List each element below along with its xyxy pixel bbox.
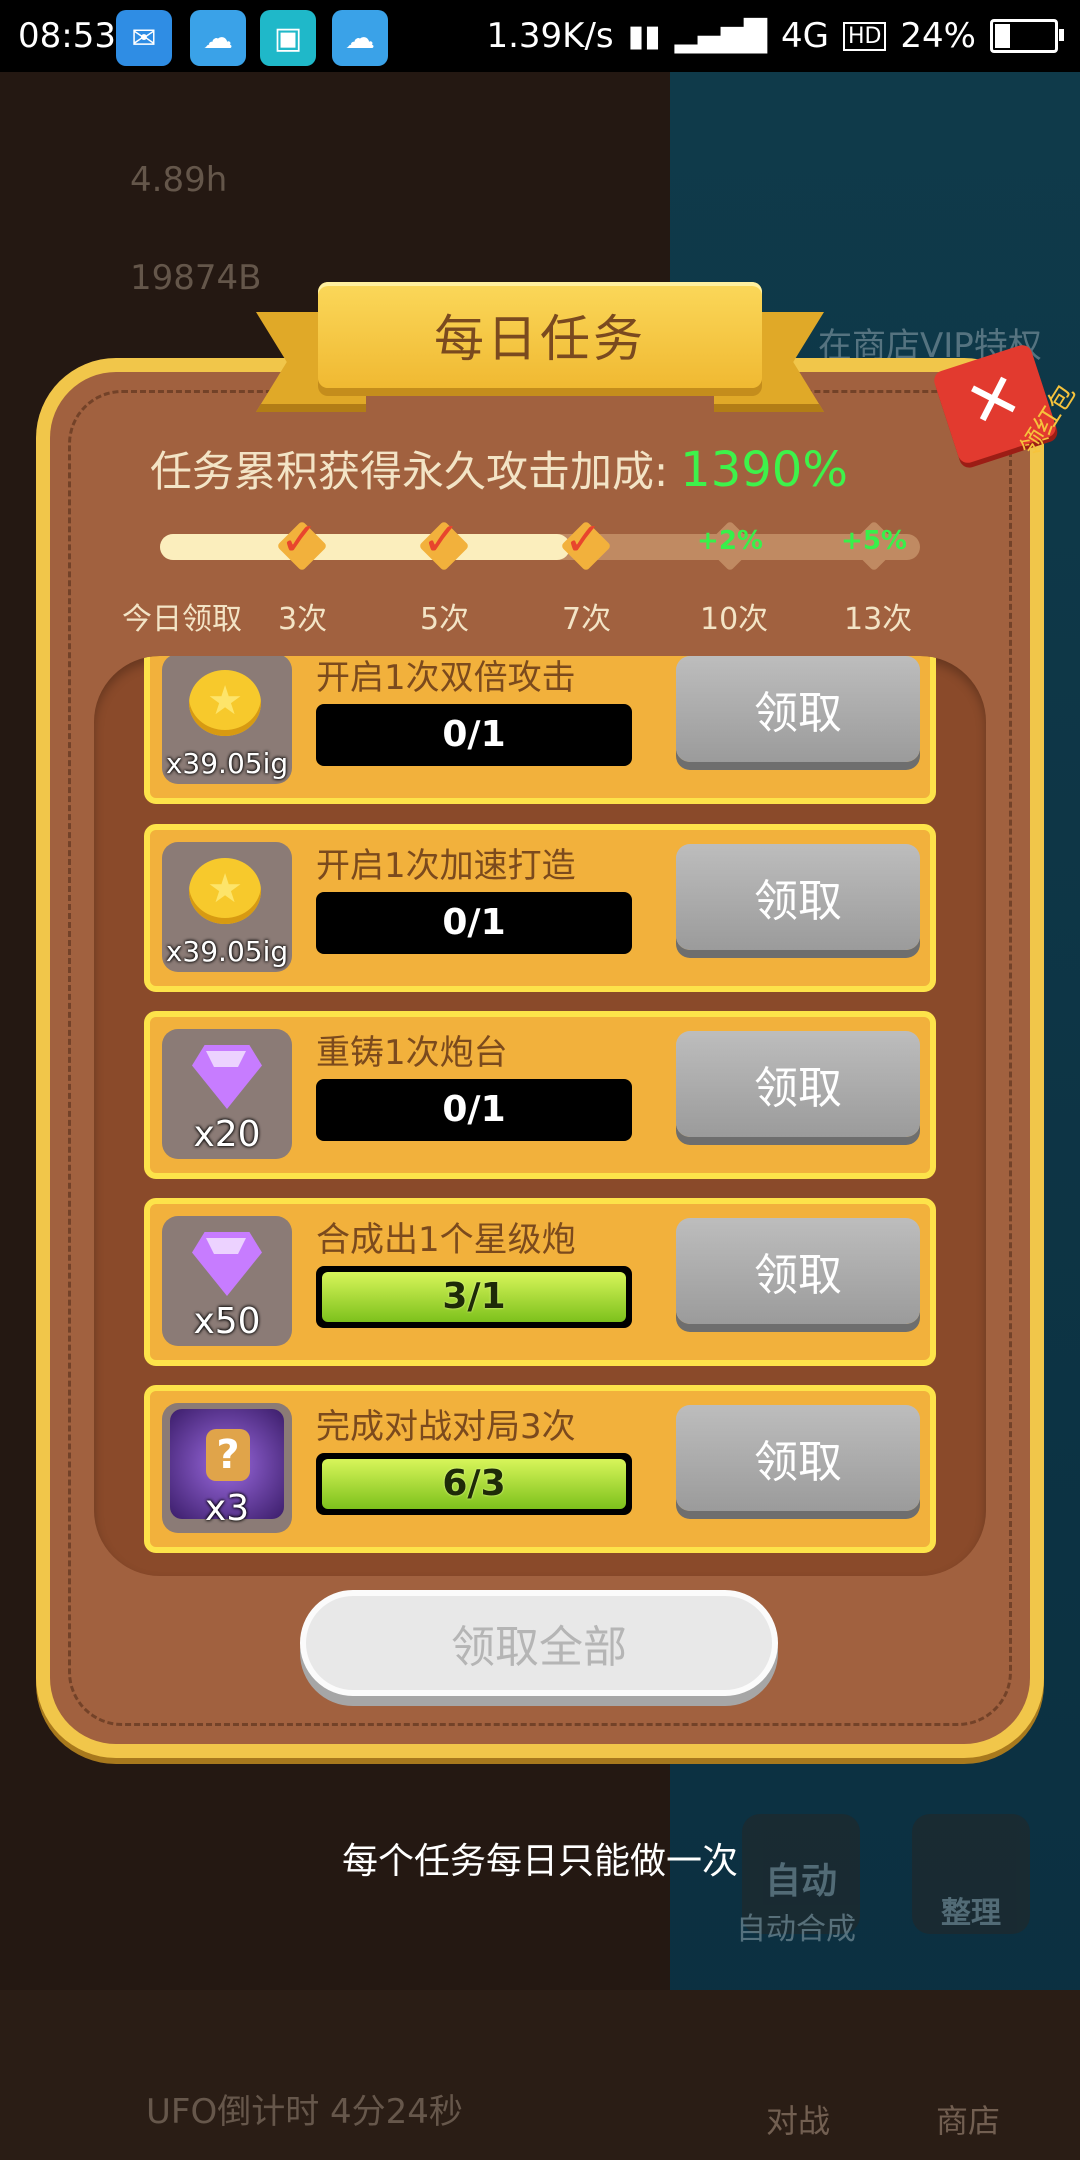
background-bottom-bar [0, 1990, 1080, 2160]
task-name: 合成出1个星级炮 [316, 1220, 576, 1260]
bg-stat-2: 19874B [130, 258, 262, 298]
reward-icon-box: x20 [162, 1029, 292, 1159]
reward-icon-box: x39.05ig [162, 656, 292, 784]
claim-button[interactable]: 领取 [676, 1405, 920, 1511]
weather-icon: ☁ [190, 10, 246, 66]
task-row: x20 重铸1次炮台 0/1 领取 [144, 1011, 936, 1179]
title-ribbon: 每日任务 [318, 282, 762, 388]
auto-merge-label[interactable]: 自动合成 [736, 1904, 856, 1948]
signal-icon: ▂▄▆█ [674, 18, 767, 54]
bonus-line: 任务累积获得永久攻击加成: 1390% [150, 438, 950, 499]
check-icon: ✓ [422, 512, 461, 566]
milestone-7[interactable]: ✓ [556, 512, 616, 576]
shop-label[interactable]: 商店 [936, 2096, 1000, 2142]
claim-button[interactable]: 领取 [676, 1218, 920, 1324]
battle-label[interactable]: 对战 [766, 2096, 830, 2142]
bonus-label: 任务累积获得永久攻击加成: [150, 447, 669, 496]
task-name: 开启1次加速打造 [316, 846, 576, 886]
task-progress-text: 6/3 [442, 1463, 506, 1504]
reward-amount: x3 [204, 1488, 250, 1529]
milestone-label-13: 13次 [844, 602, 913, 637]
claim-button[interactable]: 领取 [676, 844, 920, 950]
milestone-progress-fill [160, 534, 571, 560]
task-list[interactable]: x39.05ig 开启1次双倍攻击 0/1 领取 x39.05ig 开启1次加速… [94, 656, 986, 1576]
reward-amount: x50 [193, 1301, 261, 1342]
task-row: x39.05ig 开启1次双倍攻击 0/1 领取 [144, 656, 936, 804]
dialog-title: 每日任务 [434, 310, 646, 368]
task-progress: 6/3 [316, 1453, 632, 1515]
hd-icon: HD [842, 21, 887, 51]
milestone-13[interactable]: +5% [841, 516, 907, 576]
milestone-bonus: +5% [841, 526, 907, 556]
claim-button[interactable]: 领取 [676, 1031, 920, 1137]
battery-percent: 24% [900, 16, 976, 56]
bonus-value: 1390% [680, 442, 848, 498]
reward-icon-box: x50 [162, 1216, 292, 1346]
reward-amount: x39.05ig [165, 935, 289, 968]
battery-icon [990, 19, 1064, 53]
coin-icon [189, 858, 261, 924]
ufo-timer: UFO倒计时 4分24秒 [146, 2092, 463, 2132]
reward-icon-box: x3 [162, 1403, 292, 1533]
task-name: 重铸1次炮台 [316, 1033, 508, 1073]
vibrate-icon: ▮▮ [627, 18, 661, 54]
coin-icon [189, 670, 261, 736]
milestone-label-10: 10次 [700, 602, 769, 637]
milestone-bonus: +2% [697, 526, 763, 556]
gem-icon [192, 1045, 262, 1109]
task-name: 开启1次双倍攻击 [316, 658, 576, 698]
status-bar: 08:53 ✉ ☁ ▣ ☁ 1.39K/s ▮▮ ▂▄▆█ 4G HD 24% [0, 0, 1080, 72]
weather-icon: ☁ [332, 10, 388, 66]
status-time: 08:53 [18, 16, 116, 56]
status-right: 1.39K/s ▮▮ ▂▄▆█ 4G HD 24% [486, 16, 1064, 56]
claim-button[interactable]: 领取 [676, 656, 920, 762]
gem-icon [192, 1232, 262, 1296]
sort-label: 整理 [941, 1896, 1001, 1931]
task-progress: 0/1 [316, 1079, 632, 1141]
task-progress-text: 3/1 [442, 1276, 506, 1317]
reward-icon-box: x39.05ig [162, 842, 292, 972]
milestone-5[interactable]: ✓ [414, 512, 474, 576]
milestone-label-5: 5次 [420, 602, 470, 637]
task-progress-text: 0/1 [442, 1089, 506, 1130]
milestone-label-7: 7次 [562, 602, 612, 637]
message-icon: ✉ [116, 10, 172, 66]
bg-stat-1: 4.89h [130, 160, 228, 200]
milestone-3[interactable]: ✓ [272, 512, 332, 576]
task-progress-text: 0/1 [442, 902, 506, 943]
check-icon: ✓ [280, 512, 319, 566]
check-icon: ✓ [564, 512, 603, 566]
milestone-10[interactable]: +2% [697, 516, 763, 576]
net-speed: 1.39K/s [486, 16, 614, 56]
scan-icon: ▣ [260, 10, 316, 66]
task-progress: 0/1 [316, 892, 632, 954]
claim-all-button[interactable]: 领取全部 [300, 1590, 778, 1696]
milestone-label-today: 今日领取 [122, 602, 242, 637]
task-row: x50 合成出1个星级炮 3/1 领取 [144, 1198, 936, 1366]
reward-amount: x39.05ig [165, 747, 289, 780]
network-type: 4G [780, 16, 829, 56]
task-progress-text: 0/1 [442, 714, 506, 755]
reward-amount: x20 [193, 1114, 261, 1155]
milestone-label-3: 3次 [278, 602, 328, 637]
task-progress: 3/1 [316, 1266, 632, 1328]
task-progress: 0/1 [316, 704, 632, 766]
hint-text: 每个任务每日只能做一次 [341, 1841, 738, 1882]
task-row: x3 完成对战对局3次 6/3 领取 [144, 1385, 936, 1553]
task-row: x39.05ig 开启1次加速打造 0/1 领取 [144, 824, 936, 992]
task-name: 完成对战对局3次 [316, 1407, 576, 1447]
